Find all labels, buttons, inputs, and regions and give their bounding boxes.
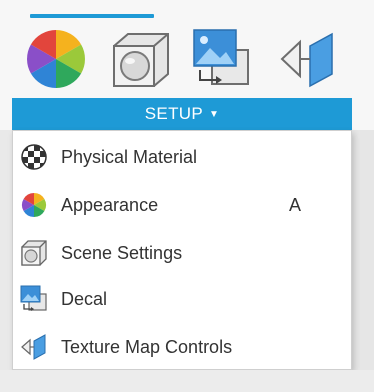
scene-settings-icon — [21, 240, 47, 266]
menu-item-scene-settings[interactable]: Scene Settings — [13, 231, 351, 275]
texture-map-controls-icon — [21, 334, 46, 360]
decal-icon — [20, 285, 47, 311]
setup-dropdown-button[interactable]: SETUP ▼ — [12, 98, 352, 130]
menu-item-label: Physical Material — [61, 146, 198, 167]
menu-item-label: Appearance — [61, 194, 159, 215]
menu-item-label: Decal — [61, 288, 108, 309]
menu-item-label: Texture Map Controls — [61, 336, 233, 357]
decal-tool-button[interactable] — [190, 28, 254, 90]
menu-item-appearance[interactable]: Appearance A — [13, 183, 351, 227]
setup-menu: Physical Material Appearance A Scene Set… — [12, 130, 352, 370]
setup-label: SETUP — [144, 104, 203, 123]
menu-item-physical-material[interactable]: Physical Material — [13, 135, 351, 179]
appearance-tool-button[interactable] — [24, 28, 88, 90]
scene-settings-icon — [113, 33, 169, 87]
texture-map-tool-button[interactable] — [276, 28, 340, 90]
physical-material-icon — [21, 144, 47, 170]
menu-item-texture-map-controls[interactable]: Texture Map Controls — [13, 325, 351, 369]
chevron-down-icon: ▼ — [208, 108, 220, 120]
scene-settings-tool-button[interactable] — [108, 28, 172, 90]
shortcut-key: A — [289, 194, 302, 215]
appearance-icon — [21, 193, 47, 217]
background-panel-bottom — [0, 370, 374, 392]
appearance-icon — [27, 30, 85, 88]
menu-item-decal[interactable]: Decal — [13, 277, 351, 321]
texture-map-icon — [280, 32, 333, 88]
active-tab-indicator — [30, 14, 154, 18]
decal-icon — [193, 29, 249, 85]
background-panel-right — [352, 130, 374, 392]
menu-item-label: Scene Settings — [61, 242, 183, 263]
background-panel — [0, 130, 12, 392]
